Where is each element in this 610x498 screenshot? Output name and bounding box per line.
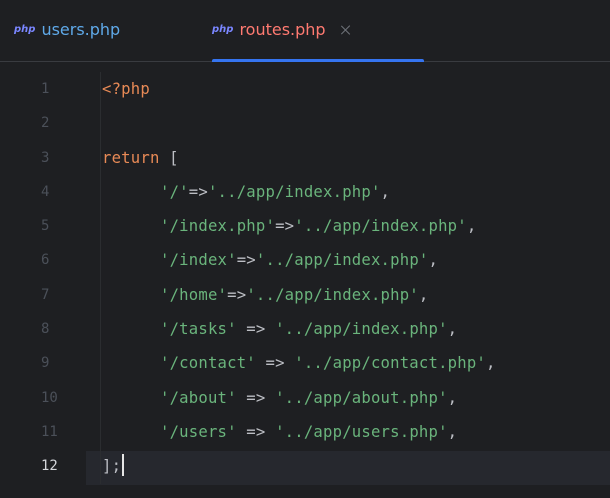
line-number: 2 <box>41 115 50 132</box>
code-token: '../app/index.php' <box>255 251 429 270</box>
line-number: 9 <box>41 355 50 372</box>
code-token: => <box>236 320 276 339</box>
code-area[interactable]: <?php return ['/'=>'../app/index.php', '/i… <box>86 62 610 498</box>
tab-users-php[interactable]: php users.php <box>14 0 204 62</box>
code-token: '../app/users.php' <box>275 422 448 441</box>
code-token: '/home' <box>160 285 228 304</box>
line-number: 11 <box>41 423 58 440</box>
code-token: '/index.php' <box>160 217 276 236</box>
code-token: => <box>236 251 256 270</box>
code-token: '../app/contact.php' <box>294 354 487 373</box>
code-token: <?php <box>102 80 150 98</box>
text-caret <box>122 454 125 477</box>
code-token: '../app/index.php' <box>294 217 467 236</box>
code-token: , <box>486 354 496 373</box>
code-line[interactable]: return [ <box>102 141 610 175</box>
line-number: 10 <box>41 389 58 406</box>
line-numbers: 1 2 3 4 5 6 7 8 9 10 11 12 <box>0 72 86 484</box>
code-token: , <box>380 182 391 201</box>
code-token: => <box>236 388 276 407</box>
code-line[interactable]: '/'=>'../app/index.php', <box>102 175 610 209</box>
code-token: , <box>418 285 429 304</box>
line-number: 5 <box>41 218 50 235</box>
code-token: , <box>428 251 439 270</box>
tab-bar: php users.php php routes.php <box>0 0 610 62</box>
code-line[interactable]: '/about' => '../app/about.php', <box>102 381 610 415</box>
tab-label: routes.php <box>239 20 326 39</box>
tab-label: users.php <box>41 20 121 39</box>
code-line[interactable]: '/home'=>'../app/index.php', <box>102 278 610 312</box>
line-number: 6 <box>41 252 50 269</box>
code-token: '/tasks' <box>160 320 237 339</box>
code-token: '/index' <box>160 251 237 270</box>
code-line[interactable]: '/tasks' => '../app/index.php', <box>102 312 610 346</box>
code-token: => <box>188 182 208 201</box>
code-line[interactable]: <?php <box>102 72 610 106</box>
code-token: '../app/index.php' <box>207 182 381 201</box>
line-number: 1 <box>41 81 50 97</box>
code-token: '/about' <box>160 388 237 407</box>
code-token: ]; <box>102 457 122 476</box>
code-token: => <box>275 217 295 236</box>
line-number: 12 <box>41 458 58 475</box>
indent-guide <box>100 72 101 484</box>
code-editor[interactable]: 1 2 3 4 5 6 7 8 9 10 11 12 <?php return ['/'=>'../ap… <box>0 62 610 498</box>
code-token: '../app/index.php' <box>246 285 419 304</box>
code-line[interactable] <box>102 106 610 140</box>
close-icon[interactable] <box>340 24 352 36</box>
code-token: '../app/index.php' <box>275 320 448 339</box>
code-token: => <box>236 422 276 441</box>
tab-routes-php[interactable]: php routes.php <box>212 0 424 62</box>
code-token: [ <box>159 148 179 167</box>
code-token: , <box>447 422 458 441</box>
code-line[interactable]: '/index.php'=>'../app/index.php', <box>102 209 610 243</box>
code-token: => <box>255 354 295 373</box>
code-token: '/contact' <box>160 354 256 373</box>
php-file-icon: php <box>14 24 36 35</box>
editor-window: php users.php php routes.php 1 2 3 4 5 6 7 8 9 10… <box>0 0 610 498</box>
code-token: '/users' <box>160 422 237 441</box>
code-lines[interactable]: <?php return ['/'=>'../app/index.php', '/i… <box>102 72 610 484</box>
code-line[interactable]: '/index'=>'../app/index.php', <box>102 243 610 277</box>
code-token: '/' <box>160 182 189 201</box>
code-line[interactable]: '/users' => '../app/users.php', <box>102 415 610 449</box>
code-token: => <box>227 285 247 304</box>
code-line[interactable]: '/contact' => '../app/contact.php', <box>102 346 610 380</box>
code-line[interactable]: ]; <box>102 449 610 483</box>
php-file-icon: php <box>212 24 234 35</box>
line-number-gutter: 1 2 3 4 5 6 7 8 9 10 11 12 <box>0 62 86 498</box>
line-number: 7 <box>41 286 50 303</box>
line-number: 3 <box>41 149 50 166</box>
line-number: 8 <box>41 321 50 338</box>
code-token: , <box>466 217 477 236</box>
line-number: 4 <box>41 183 50 200</box>
code-token: , <box>447 320 458 339</box>
code-token: return <box>102 148 160 167</box>
code-token: , <box>447 388 458 407</box>
code-token: '../app/about.php' <box>275 388 448 407</box>
